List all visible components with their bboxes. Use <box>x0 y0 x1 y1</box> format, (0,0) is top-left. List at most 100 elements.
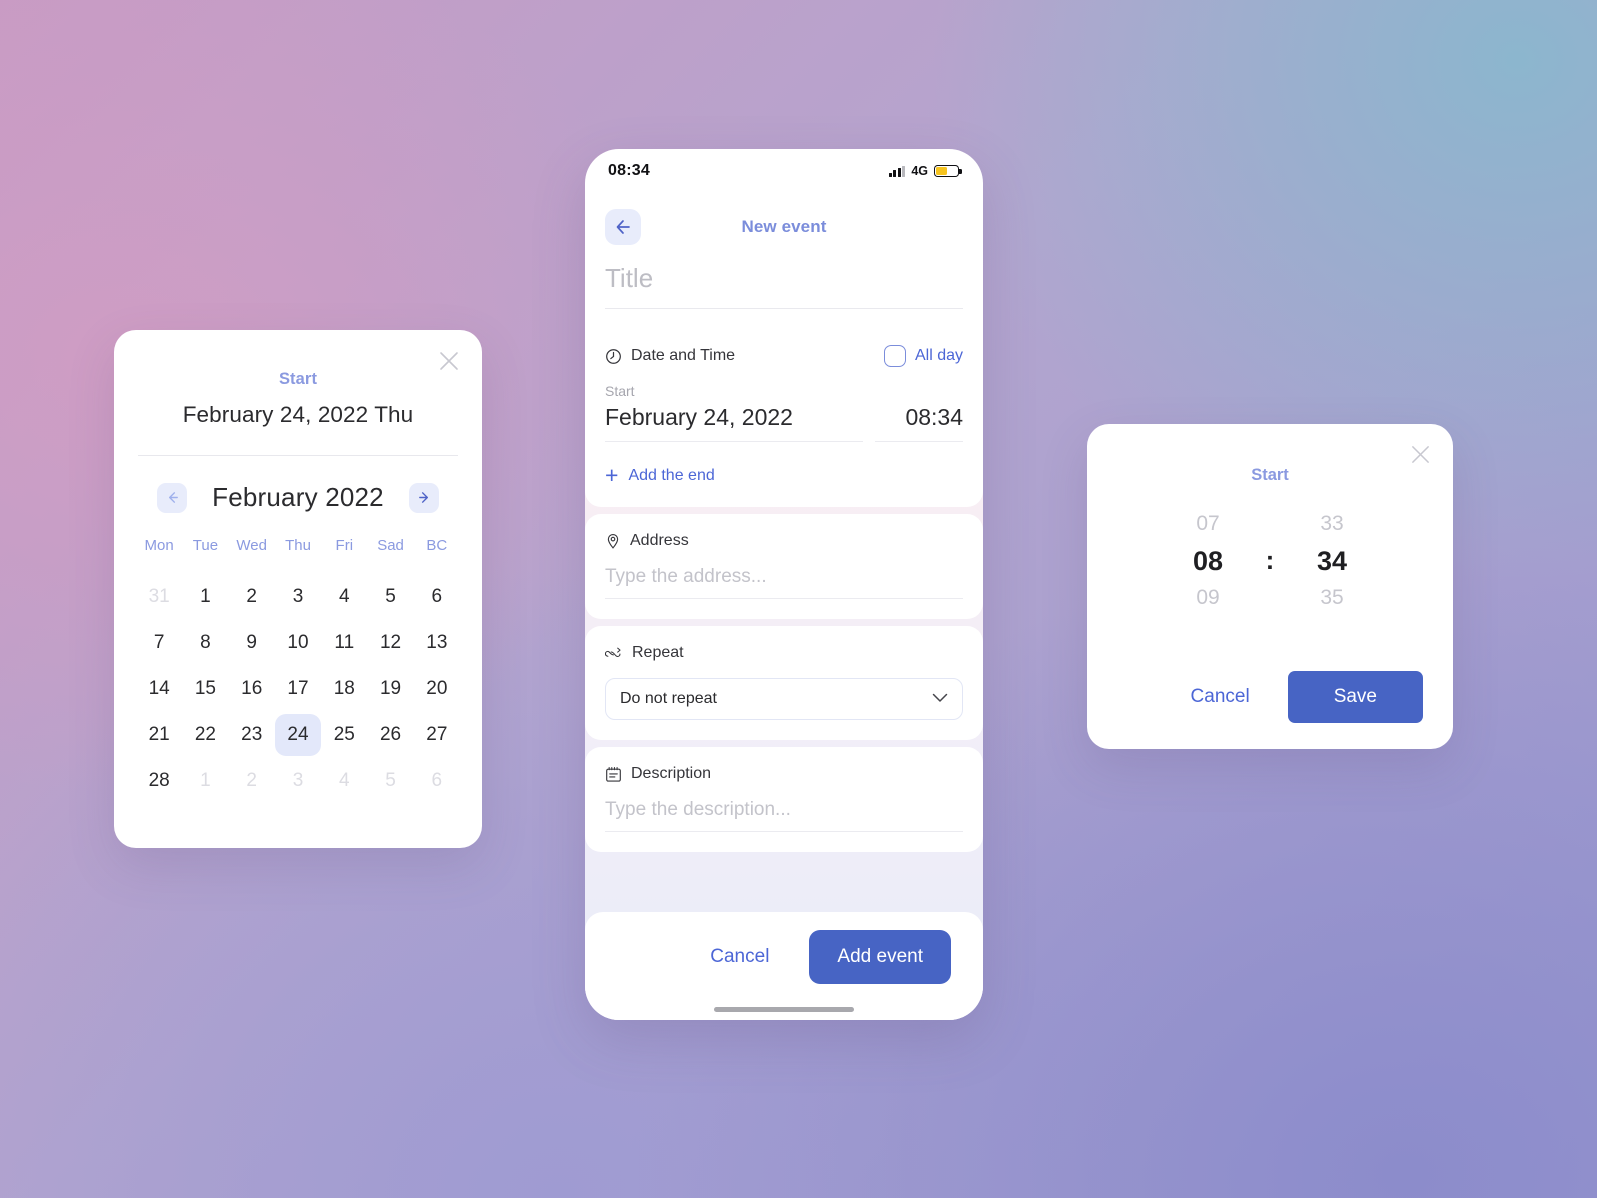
calendar-day-cell[interactable]: 1 <box>182 574 228 620</box>
calendar-day-cell[interactable]: 25 <box>321 712 367 758</box>
minute-next[interactable]: 35 <box>1284 581 1380 615</box>
calendar-day-header: Tue <box>192 537 219 554</box>
calendar-day-cell[interactable]: 17 <box>275 666 321 712</box>
start-sublabel: Start <box>605 383 635 399</box>
back-button[interactable] <box>605 209 641 245</box>
calendar-day-cell[interactable]: 10 <box>275 620 321 666</box>
signal-bars-icon <box>888 165 906 177</box>
arrow-left-icon[interactable] <box>157 482 187 513</box>
close-icon[interactable] <box>1404 438 1436 470</box>
calendar-day-cell[interactable]: 2 <box>229 574 275 620</box>
form-action-bar: Cancel Add event <box>585 912 983 1020</box>
calendar-day-cell[interactable]: 16 <box>229 666 275 712</box>
calendar-day-header: Mon <box>144 537 174 554</box>
calendar-day-number: 5 <box>385 586 396 607</box>
calendar-day-cell[interactable]: 3 <box>275 574 321 620</box>
calendar-day-cell[interactable]: 6 <box>414 758 460 804</box>
calendar-day-number: 25 <box>333 724 355 745</box>
calendar-day-cell[interactable]: 14 <box>136 666 182 712</box>
hour-wheel[interactable]: 07 08 09 <box>1160 507 1256 615</box>
minute-prev[interactable]: 33 <box>1284 507 1380 541</box>
calendar-selected-date: February 24, 2022 Thu <box>182 402 414 427</box>
calendar-day-cell[interactable]: 4 <box>321 574 367 620</box>
calendar-day-cell[interactable]: 6 <box>414 574 460 620</box>
repeat-icon <box>605 646 623 660</box>
calendar-day-cell[interactable]: 31 <box>136 574 182 620</box>
calendar-day-number: 19 <box>379 678 402 699</box>
location-pin-icon <box>605 533 621 550</box>
calendar-day-number: 15 <box>194 678 216 699</box>
close-icon[interactable] <box>432 344 466 378</box>
minute-current[interactable]: 34 <box>1284 541 1380 581</box>
calendar-day-selected[interactable]: 24 <box>274 712 321 758</box>
event-form-sheet: Date and Time All day Start February 24,… <box>585 327 983 1020</box>
start-date-value[interactable]: February 24, 2022 <box>605 404 863 442</box>
calendar-day-number: 2 <box>246 586 257 607</box>
all-day-checkbox[interactable] <box>883 345 906 367</box>
calendar-day-number: 26 <box>379 724 402 745</box>
add-end-button[interactable]: + Add the end <box>605 464 963 487</box>
add-event-button[interactable]: Add event <box>809 930 951 984</box>
calendar-day-cell[interactable]: 21 <box>136 712 182 758</box>
calendar-day-cell[interactable]: 27 <box>414 712 460 758</box>
calendar-day-number: 8 <box>200 632 211 653</box>
all-day-toggle[interactable]: All day <box>883 345 963 367</box>
calendar-day-number: 18 <box>333 678 355 699</box>
page-title: New event <box>741 217 827 236</box>
description-section: Description <box>585 747 983 852</box>
time-picker-cancel-button[interactable]: Cancel <box>1175 676 1266 718</box>
calendar-day-cell[interactable]: 11 <box>321 620 367 666</box>
status-bar-indicators: 4G <box>888 164 962 178</box>
calendar-day-cell[interactable]: 20 <box>414 666 460 712</box>
calendar-day-number: 31 <box>148 586 170 607</box>
calendar-day-cell[interactable]: 9 <box>229 620 275 666</box>
calendar-day-header: Thu <box>285 537 311 554</box>
repeat-label: Repeat <box>632 644 684 661</box>
calendar-day-cell[interactable]: 3 <box>275 758 321 804</box>
calendar-day-cell[interactable]: 26 <box>367 712 413 758</box>
calendar-day-cell[interactable]: 18 <box>321 666 367 712</box>
calendar-day-cell[interactable]: 1 <box>182 758 228 804</box>
minute-wheel[interactable]: 33 34 35 <box>1284 507 1380 615</box>
hour-prev[interactable]: 07 <box>1160 507 1256 541</box>
calendar-day-cell[interactable]: 28 <box>136 758 182 804</box>
calendar-day-cell[interactable]: 23 <box>229 712 275 758</box>
calendar-day-cell[interactable]: 5 <box>367 574 413 620</box>
cancel-button[interactable]: Cancel <box>696 936 783 978</box>
status-bar: 08:34 4G <box>585 149 983 193</box>
calendar-day-cell[interactable]: 19 <box>367 666 413 712</box>
calendar-day-cell[interactable]: 22 <box>182 712 228 758</box>
calendar-day-header: Sad <box>377 537 404 554</box>
arrow-right-icon[interactable] <box>409 482 439 513</box>
calendar-divider <box>138 455 458 456</box>
title-input[interactable] <box>605 261 963 309</box>
repeat-select[interactable]: Do not repeat <box>605 678 963 720</box>
calendar-day-cell[interactable]: 12 <box>367 620 413 666</box>
calendar-day-cell[interactable]: 4 <box>321 758 367 804</box>
calendar-day-cell[interactable]: 7 <box>136 620 182 666</box>
address-input[interactable] <box>605 550 963 599</box>
hour-current[interactable]: 08 <box>1160 541 1256 581</box>
start-time-value[interactable]: 08:34 <box>875 404 963 442</box>
description-input[interactable] <box>605 783 963 832</box>
date-time-label-group: Date and Time <box>605 347 735 365</box>
time-separator: : <box>1265 544 1275 575</box>
battery-icon <box>934 164 962 178</box>
calendar-day-cell[interactable]: 2 <box>229 758 275 804</box>
calendar-day-cell[interactable]: 8 <box>182 620 228 666</box>
calendar-day-number: 22 <box>194 724 216 745</box>
time-picker-save-button[interactable]: Save <box>1287 671 1423 723</box>
calendar-day-number: 13 <box>426 632 448 653</box>
calendar-day-cell[interactable]: 13 <box>414 620 460 666</box>
calendar-day-number: 3 <box>292 586 304 607</box>
calendar-day-cell[interactable]: 15 <box>182 666 228 712</box>
time-picker-modal: Start 07 08 09 : 33 34 35 Cancel Save <box>1087 424 1453 749</box>
calendar-day-number: 20 <box>426 678 448 699</box>
hour-next[interactable]: 09 <box>1160 581 1256 615</box>
repeat-label-group: Repeat <box>605 644 963 662</box>
repeat-selected-value: Do not repeat <box>620 690 717 707</box>
start-row: February 24, 2022 08:34 <box>605 404 963 442</box>
calendar-day-cell[interactable]: 5 <box>367 758 413 804</box>
calendar-day-number: 4 <box>338 586 350 607</box>
calendar-day-number: 1 <box>200 770 211 791</box>
